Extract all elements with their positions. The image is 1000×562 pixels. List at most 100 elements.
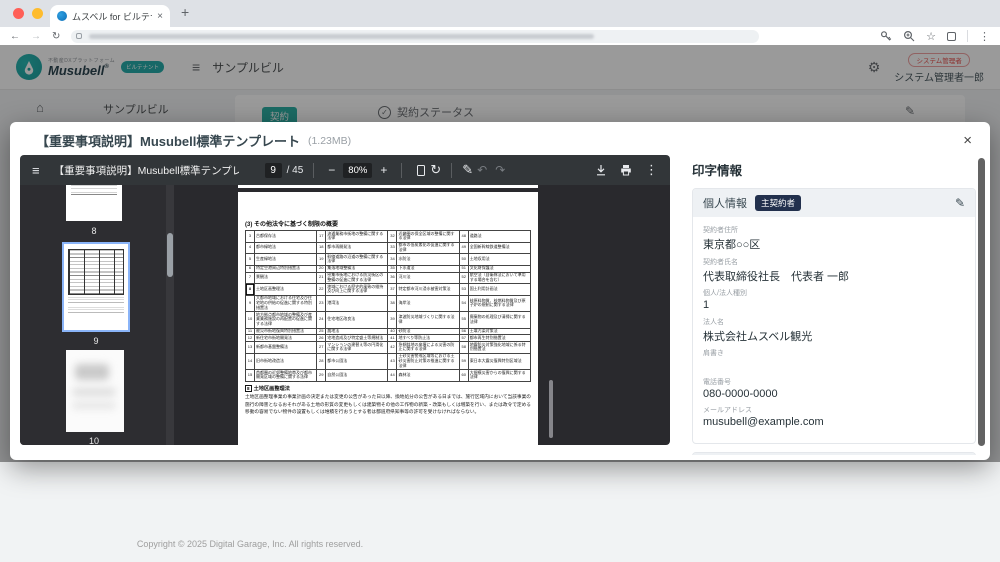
law-number-cell: 54 <box>459 295 468 311</box>
scrollbar-thumb[interactable] <box>167 233 173 277</box>
url-input[interactable] <box>71 30 759 43</box>
contractor-role-badge: 主契約者 <box>755 195 801 211</box>
thumbnail-page-8[interactable] <box>66 185 122 221</box>
law-section-body: 土地区画整理事業の事業計画の決定または変更の公告があった日以降、換地処分の公告が… <box>245 393 531 416</box>
law-number-cell: 41 <box>388 335 397 342</box>
law-name-cell: 首都圏近郊緑地保全法 <box>326 381 388 382</box>
print-icon[interactable] <box>620 164 632 176</box>
fit-page-icon[interactable] <box>417 165 425 176</box>
field-value: 株式会社ムスベル観光 <box>703 328 965 344</box>
law-table-wrap: 3古都保存法17流通業務市街地の整備に関する法律32近畿圏の保全区域の整備に関す… <box>245 230 531 382</box>
back-icon[interactable]: ← <box>10 31 20 42</box>
law-section-heading: 8土地区画整理法 <box>245 385 531 392</box>
law-number-cell: 19 <box>317 254 326 266</box>
zoom-out-icon[interactable]: − <box>324 163 339 177</box>
modal-scrollbar-thumb[interactable] <box>978 158 985 446</box>
password-key-icon[interactable] <box>880 30 892 42</box>
law-name-cell: 流通業務市街地の整備に関する法律 <box>326 231 388 243</box>
bookmark-star-icon[interactable]: ☆ <box>926 30 936 43</box>
law-number-cell: 16 <box>246 381 255 382</box>
field-value: 080-0000-0000 <box>703 388 965 401</box>
law-name-cell: 津波防災地域づくりに関する法律 <box>397 312 459 328</box>
law-name-cell: 新住宅市街地開発法 <box>254 335 316 342</box>
panel-cards: 個人情報主契約者✎契約者住所東京都○○区契約者氏名代表取締役社長 代表者 一郎個… <box>692 188 976 455</box>
law-table-row: 10地方拠点都市地域の整備及び産業業務施設の再配置の促進に関する法律24住宅地区… <box>246 312 531 328</box>
law-number-cell: 50 <box>459 254 468 266</box>
pdf-toolbar-right: ⋮ <box>595 162 658 178</box>
pdf-viewer: ≡ 【重要事項説明】Musubell標準テンプレート 9 / 45 − 80% … <box>20 155 670 445</box>
law-number-cell: 60 <box>459 370 468 382</box>
pdf-menu-icon[interactable]: ≡ <box>32 163 40 178</box>
law-table-row: 15首都圏の近郊整備地帯及び都市開発区域の整備に関する法律29自然公園法44森林… <box>246 370 531 382</box>
law-name-cell: マンションの建替え等の円滑化に関する法律 <box>326 342 388 354</box>
previous-page-edge <box>238 185 538 188</box>
extensions-icon[interactable] <box>947 32 956 41</box>
thumbnail-number: 10 <box>66 436 122 445</box>
thumbnail-scrollbar[interactable] <box>166 185 174 445</box>
law-name-cell: 河川法 <box>397 272 459 284</box>
law-number-cell: 36 <box>388 272 397 284</box>
field-label: 契約者氏名 <box>703 257 965 267</box>
page-scrollbar-thumb[interactable] <box>549 380 553 438</box>
law-number-cell: 24 <box>317 312 326 328</box>
close-window-button[interactable] <box>13 8 24 19</box>
rotate-icon[interactable]: ↻ <box>430 162 441 178</box>
law-number-cell: 27 <box>317 342 326 354</box>
law-number-cell: 28 <box>317 353 326 369</box>
law-number-cell: 48 <box>459 231 468 243</box>
law-number-cell: 55 <box>459 312 468 328</box>
download-icon[interactable] <box>595 164 607 176</box>
law-number-cell: 26 <box>317 335 326 342</box>
law-name-cell: 被災市街地復興特別措置法 <box>254 328 316 335</box>
law-name-cell: 廃棄物の処理及び清掃に関する法律 <box>468 312 530 328</box>
law-number-cell: 61 <box>459 381 468 382</box>
modal-title: 【重要事項説明】Musubell標準テンプレート <box>36 131 300 150</box>
address-bar: ← → ↻ ☆ ⋮ <box>0 27 1000 45</box>
law-name-cell: 都市再開発法 <box>326 242 388 254</box>
browser-actions: ☆ ⋮ <box>880 30 990 43</box>
modal-close-icon[interactable]: × <box>963 132 972 149</box>
undo-icon[interactable]: ↶ <box>473 163 491 177</box>
law-name-cell: 土地区画整理法 <box>254 284 316 296</box>
thumbnail-page-9-selected[interactable] <box>62 242 130 332</box>
law-name-cell: 土壌汚染対策法 <box>468 328 530 335</box>
zoom-level-value[interactable]: 80% <box>343 163 372 178</box>
law-name-cell: 古都保存法 <box>254 231 316 243</box>
forward-icon[interactable]: → <box>31 31 41 42</box>
law-table-row: 9大都市地域における住宅及び住宅地の供給の促進に関する特別措置法23港湾法38海… <box>246 295 531 311</box>
law-name-cell: 都市再生特別措置法 <box>468 335 530 342</box>
zoom-in-icon[interactable]: + <box>376 163 391 177</box>
law-name-cell: 新都市基盤整備法 <box>254 342 316 354</box>
law-number-cell: 49 <box>459 242 468 254</box>
law-number-cell: 20 <box>317 265 326 272</box>
reload-icon[interactable]: ↻ <box>52 31 60 42</box>
redo-icon[interactable]: ↷ <box>491 163 509 177</box>
page-number-input[interactable]: 9 <box>265 163 282 178</box>
thumbnail-page-10[interactable] <box>66 350 124 432</box>
law-name-cell: 特定都市河川浸水被害対策法 <box>397 284 459 296</box>
field-value <box>703 359 965 372</box>
file-size-label: (1.23MB) <box>308 135 351 147</box>
browser-tab[interactable]: ムスベル for ビルテナント × <box>50 5 170 27</box>
law-name-cell: 首都圏の近郊整備地帯及び都市開発区域の整備に関する法律 <box>254 370 316 382</box>
pdf-more-icon[interactable]: ⋮ <box>645 162 658 178</box>
field-row: 契約者住所東京都○○区 <box>703 225 965 252</box>
tab-close-icon[interactable]: × <box>157 11 163 22</box>
minimize-window-button[interactable] <box>32 8 43 19</box>
law-name-cell: 砂防法 <box>397 328 459 335</box>
law-name-cell: 特定空港周辺特別措置法 <box>254 265 316 272</box>
law-number-cell: 13 <box>246 342 255 354</box>
law-number-cell: 11 <box>246 328 255 335</box>
law-name-cell: 大都市地域における住宅及び住宅地の供給の促進に関する特別措置法 <box>254 295 316 311</box>
law-name-cell: 海岸法 <box>397 295 459 311</box>
new-tab-button[interactable]: + <box>181 4 189 20</box>
law-number-cell: 44 <box>388 370 397 382</box>
site-info-icon[interactable] <box>76 33 82 39</box>
modal-header: 【重要事項説明】Musubell標準テンプレート (1.23MB) × <box>10 122 990 150</box>
field-value: musubell@example.com <box>703 416 965 429</box>
zoom-icon[interactable] <box>903 30 915 42</box>
annotate-pen-icon[interactable]: ✎ <box>462 162 473 178</box>
browser-menu-icon[interactable]: ⋮ <box>979 30 990 43</box>
law-number-cell: 5 <box>246 254 255 266</box>
edit-pencil-icon[interactable]: ✎ <box>955 196 965 210</box>
